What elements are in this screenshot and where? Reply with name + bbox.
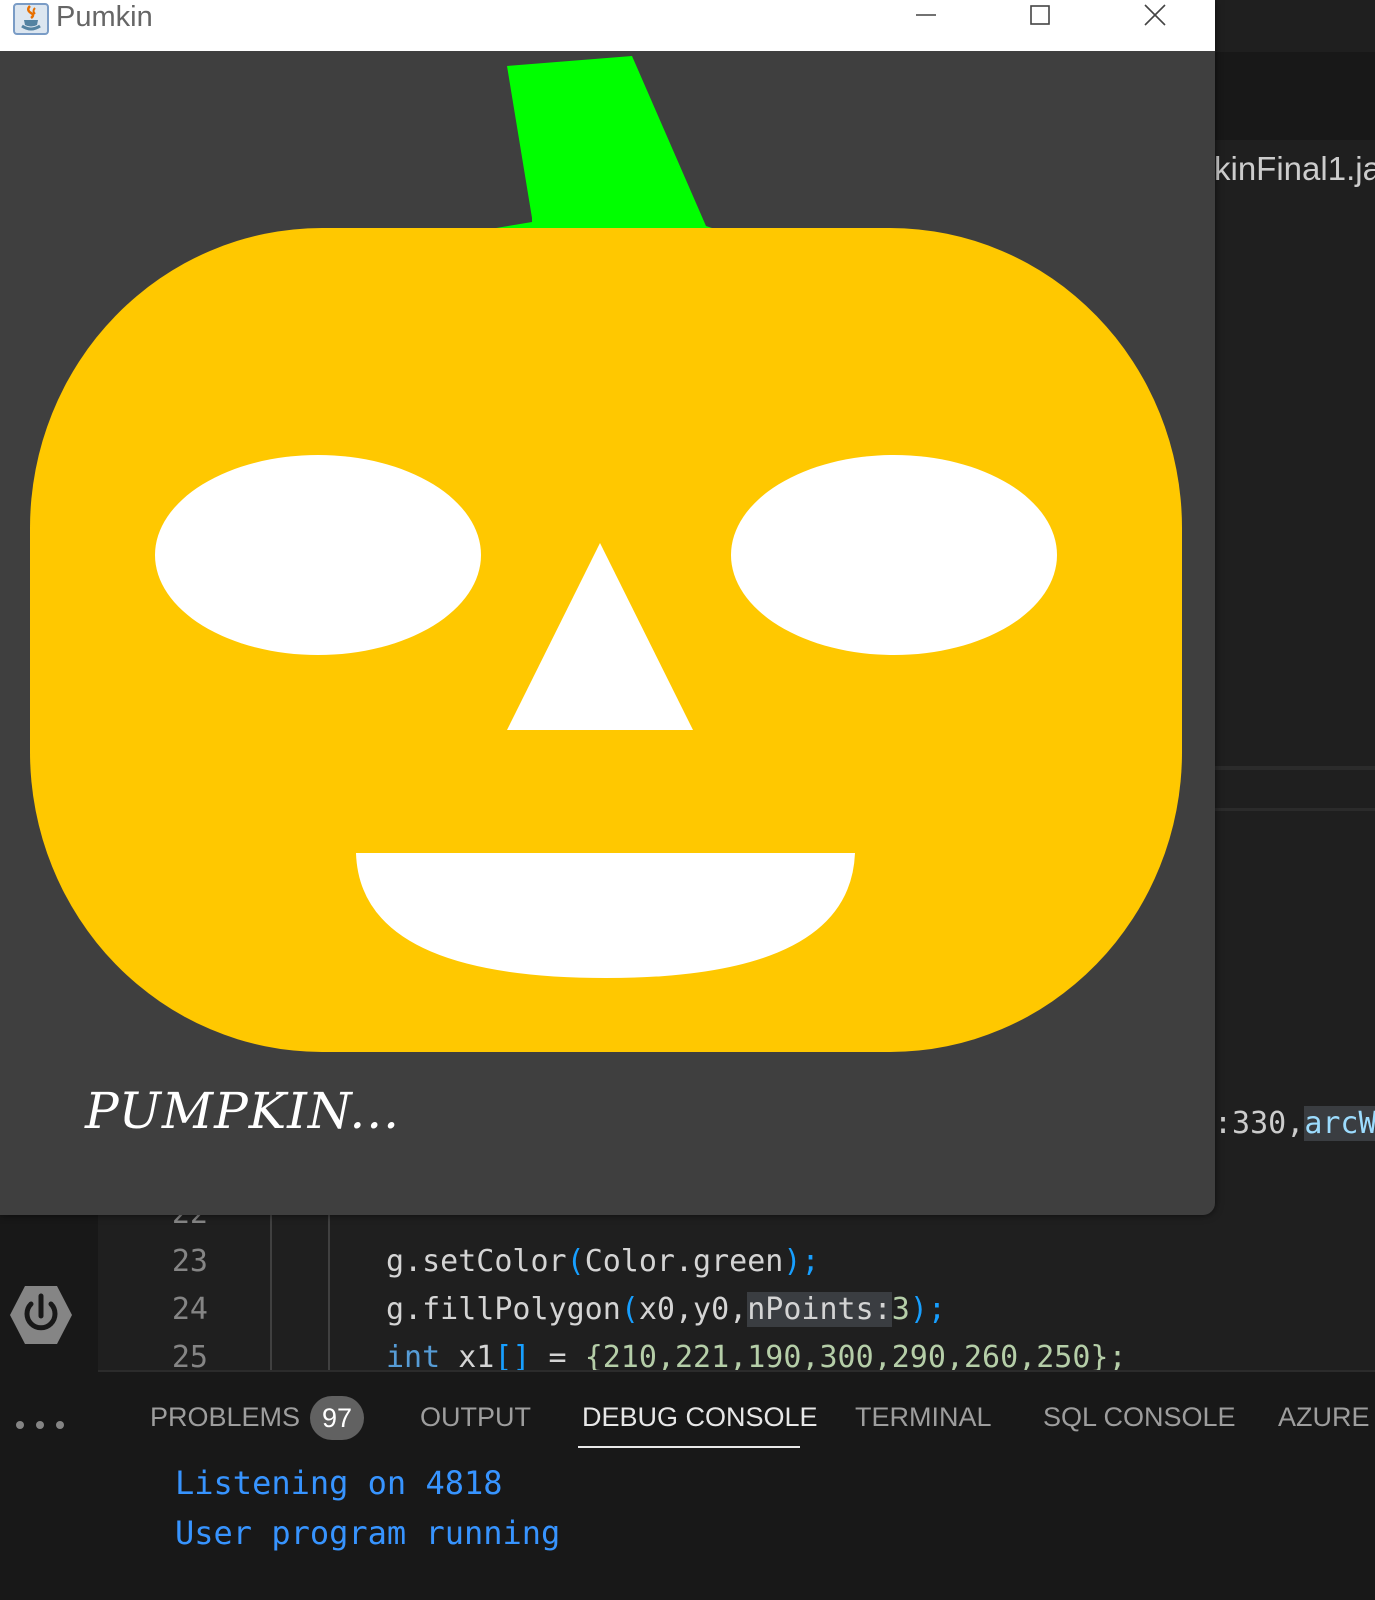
console-output-line: Listening on 4818: [175, 1464, 503, 1502]
java-window-pumkin[interactable]: Pumkin PUMPKIN...: [0, 0, 1215, 1215]
close-icon[interactable]: [1125, 0, 1185, 36]
window-title: Pumkin: [56, 1, 153, 33]
code-token: g: [386, 1244, 405, 1279]
line-number: 24: [171, 1292, 208, 1327]
editor-divider: [1190, 766, 1375, 770]
window-titlebar[interactable]: Pumkin: [0, 0, 1215, 51]
line-number: 23: [171, 1244, 208, 1279]
code-token: (: [620, 1292, 639, 1327]
java-app-icon: [13, 3, 49, 35]
code-token: x0,y0,: [638, 1292, 748, 1327]
code-token: g: [386, 1292, 405, 1327]
tab-terminal[interactable]: TERMINAL: [855, 1402, 992, 1433]
tab-debug-console[interactable]: DEBUG CONSOLE: [582, 1402, 818, 1433]
ide-editor-visible-strip: [1190, 140, 1375, 770]
right-eye: [731, 455, 1057, 655]
code-token: ;: [927, 1292, 946, 1327]
code-token: .: [404, 1244, 423, 1279]
editor-tab-label[interactable]: kinFinal1.jav: [1214, 150, 1375, 188]
code-token: (: [566, 1244, 585, 1279]
pumpkin-caption: PUMPKIN...: [85, 1082, 401, 1140]
code-token: fillPolygon: [422, 1292, 621, 1327]
code-fragment-text: :330,: [1214, 1106, 1305, 1141]
code-token: ): [783, 1244, 802, 1279]
ide-titlebar: [1190, 0, 1375, 52]
code-token: ): [909, 1292, 928, 1327]
console-output-line: User program running: [175, 1514, 561, 1552]
screen: kinFinal1.jav :330,arcW 22 23 24 25 g.se…: [0, 0, 1375, 1600]
ide-tab-bar: [1190, 52, 1375, 140]
tab-azure[interactable]: AZURE: [1278, 1402, 1370, 1433]
code-token: Color.green: [584, 1244, 784, 1279]
problems-count-badge: 97: [310, 1396, 364, 1440]
left-eye: [155, 455, 481, 655]
code-token: 3: [891, 1292, 910, 1327]
code-token: .: [404, 1292, 423, 1327]
code-line-23[interactable]: g.setColor(Color.green);: [386, 1244, 820, 1279]
inlay-hint: arcW: [1304, 1106, 1375, 1141]
code-token: setColor: [422, 1244, 567, 1279]
pumpkin-drawing: [30, 56, 1182, 1052]
tab-sql-console[interactable]: SQL CONSOLE: [1043, 1402, 1236, 1433]
indent-guide: [270, 1190, 272, 1370]
tab-problems[interactable]: PROBLEMS: [150, 1402, 300, 1433]
indent-guide: [328, 1190, 330, 1370]
minimize-icon[interactable]: [896, 0, 956, 36]
more-icon[interactable]: [14, 1418, 66, 1432]
active-tab-indicator: [578, 1446, 800, 1448]
pumpkin-stem: [460, 56, 730, 234]
drawing-canvas: [0, 51, 1215, 1215]
activity-bar: [0, 1190, 98, 1600]
code-fragment: :330,arcW: [1214, 1106, 1375, 1141]
code-token: ;: [801, 1244, 820, 1279]
maximize-icon[interactable]: [1010, 0, 1070, 36]
editor-divider: [1190, 808, 1375, 811]
spring-boot-dashboard-icon[interactable]: [8, 1284, 74, 1346]
inlay-hint: nPoints:: [747, 1292, 892, 1327]
tab-output[interactable]: OUTPUT: [420, 1402, 531, 1433]
code-line-24[interactable]: g.fillPolygon(x0,y0,nPoints:3);: [386, 1292, 946, 1327]
